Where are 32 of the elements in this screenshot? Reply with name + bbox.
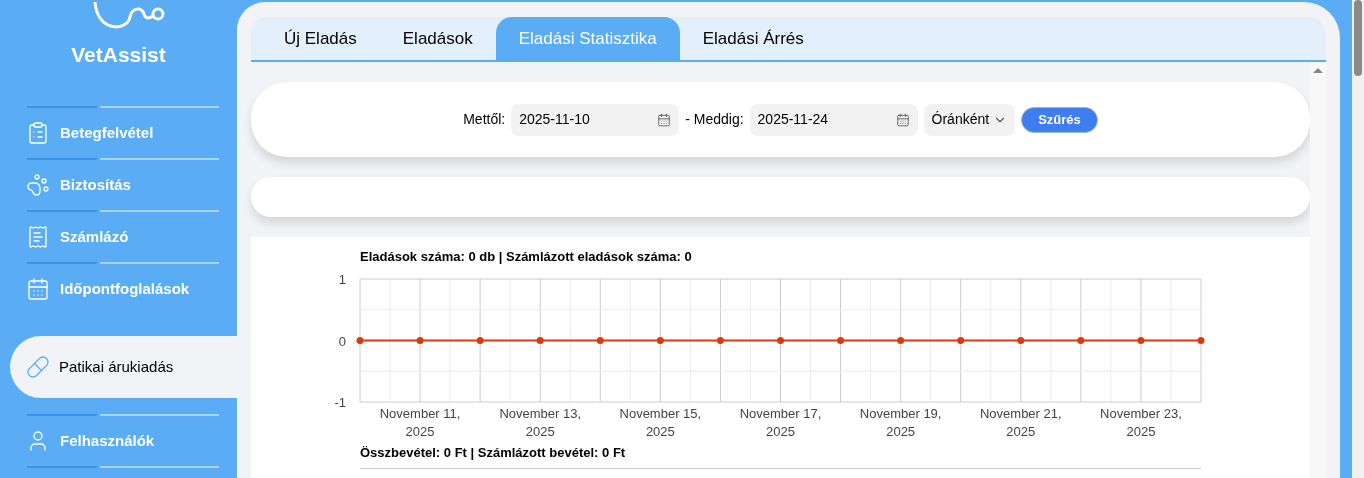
sidebar-item[interactable]: Patikai árukiadás [10, 336, 237, 398]
calendar-icon [26, 277, 50, 301]
to-date-field[interactable]: 2025-11-24 [749, 103, 918, 136]
tab[interactable]: Eladások [379, 17, 496, 60]
paw-icon [26, 173, 50, 197]
y-tick-label: 1 [338, 272, 346, 287]
y-tick-label: -1 [334, 395, 346, 410]
from-label: Mettől: [463, 110, 506, 129]
from-date-field[interactable]: 2025-11-10 [511, 103, 680, 136]
invoice-icon [26, 225, 50, 249]
x-tick-label: November 19, 2025 [859, 406, 942, 439]
to-label: - Meddig: [685, 110, 744, 129]
x-tick-label: November 21, 2025 [979, 406, 1062, 439]
calendar-icon[interactable] [657, 112, 672, 127]
x-tick-label: November 17, 2025 [739, 406, 822, 439]
app-name: VetAssist [71, 44, 166, 65]
interval-select[interactable]: Óránként [923, 103, 1016, 136]
clipboard-icon [26, 121, 50, 145]
scrollbar[interactable] [1310, 62, 1326, 478]
filter-button[interactable]: Szűrés [1021, 106, 1098, 133]
x-tick-label: November 13, 2025 [499, 406, 582, 439]
chart-title: Összbevétel: 0 Ft | Számlázott bevétel: 0 Ft [360, 445, 627, 461]
y-tick-label: 0 [338, 333, 346, 349]
x-tick-label: November 23, 2025 [1100, 406, 1182, 439]
chart-title: Eladások száma: 0 db | Számlázott eladások száma: 0 [360, 249, 693, 265]
tab[interactable]: Eladási Árrés [679, 17, 827, 60]
tab[interactable]: Új Eladás [261, 17, 380, 60]
x-tick-label: November 11, 2025 [379, 406, 461, 439]
calendar-icon[interactable] [895, 112, 910, 127]
x-tick-label: November 15, 2025 [619, 406, 702, 439]
scroll-up-arrow-icon[interactable] [1313, 68, 1323, 73]
page-scrollbar[interactable] [1352, 0, 1364, 478]
